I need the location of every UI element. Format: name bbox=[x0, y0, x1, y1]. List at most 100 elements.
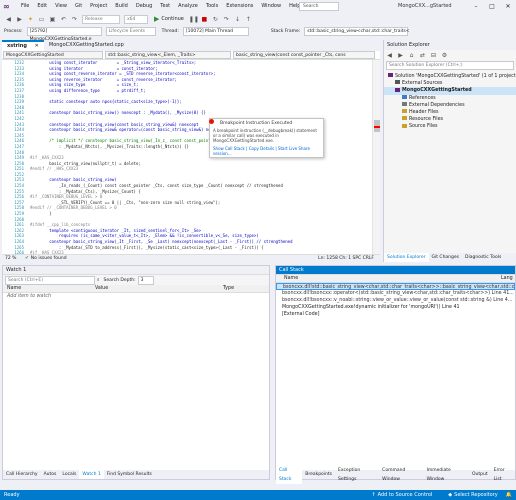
back-icon[interactable]: ◀ bbox=[4, 15, 13, 24]
menu-item-project[interactable]: Project bbox=[86, 0, 111, 13]
back-icon[interactable]: ◀ bbox=[385, 51, 394, 60]
properties-icon[interactable]: ⚙ bbox=[440, 51, 449, 60]
continue-button[interactable]: ▶ Continue bbox=[154, 15, 184, 23]
menu-item-build[interactable]: Build bbox=[111, 0, 132, 13]
forward-icon[interactable]: ▶ bbox=[396, 51, 405, 60]
project-nav-select[interactable]: MongoCXXGettingStarted bbox=[3, 51, 103, 59]
step-out-icon[interactable]: ↑ bbox=[244, 15, 253, 24]
call-stack-row[interactable]: MongoCXXGettingStarted.exe!dynamic initi… bbox=[276, 304, 515, 311]
select-repository[interactable]: Select Repository bbox=[454, 492, 498, 498]
stop-icon[interactable]: ■ bbox=[200, 15, 209, 24]
tree-item[interactable]: Header Files bbox=[384, 109, 516, 116]
home-icon[interactable]: ⌂ bbox=[407, 51, 416, 60]
save-icon[interactable]: ▣ bbox=[48, 15, 57, 24]
menu-item-window[interactable]: Window bbox=[257, 0, 285, 13]
tree-item-label: MongoCXXGettingStarted bbox=[402, 88, 472, 94]
call-stack-row[interactable]: bsoncxx.dll!bsoncxx::operator<(std::basi… bbox=[276, 290, 515, 297]
stack-frame-select[interactable]: std::basic_string_view<char,std::char_tr… bbox=[304, 26, 410, 36]
popup-links[interactable]: Show Call Stack | Copy Details | Start L… bbox=[213, 146, 320, 156]
restart-icon[interactable]: ↻ bbox=[211, 15, 220, 24]
menu-item-debug[interactable]: Debug bbox=[132, 0, 156, 13]
tab-call-hierarchy[interactable]: Call Hierarchy bbox=[3, 470, 41, 479]
tab-autos[interactable]: Autos bbox=[41, 470, 60, 479]
call-stack-row[interactable]: bsoncxx.dll!std::basic_string_view<char,… bbox=[276, 283, 515, 290]
tree-item[interactable]: Source Files bbox=[384, 123, 516, 130]
column-name[interactable]: Name bbox=[284, 275, 298, 283]
column-type[interactable]: Type bbox=[223, 285, 234, 293]
undo-icon[interactable]: ↶ bbox=[59, 15, 68, 24]
tree-item[interactable]: References bbox=[384, 94, 516, 102]
new-project-icon[interactable]: ✦ bbox=[26, 15, 35, 24]
collapse-all-icon[interactable]: ⊟ bbox=[429, 51, 438, 60]
menu-item-edit[interactable]: Edit bbox=[33, 0, 51, 13]
scope-nav-select[interactable]: std::basic_string_view<_Elem, _Traits> bbox=[105, 51, 231, 59]
thread-select[interactable]: [10072] Main Thread bbox=[182, 26, 249, 36]
search-depth-select[interactable]: 3 bbox=[137, 275, 154, 285]
tab-mongocxx-cpp[interactable]: MongoCXXGettingStarted.cpp bbox=[44, 40, 129, 51]
tab-breakpoints[interactable]: Breakpoints bbox=[302, 470, 335, 479]
call-stack-row[interactable]: bsoncxx.dll!bsoncxx::v_noabi::string::vi… bbox=[276, 297, 515, 304]
search-box[interactable]: Search bbox=[299, 2, 339, 11]
tab-call-stack[interactable]: Call Stack bbox=[276, 465, 303, 484]
menu-item-analyze[interactable]: Analyze bbox=[174, 0, 202, 13]
menu-item-test[interactable]: Test bbox=[156, 0, 174, 13]
call-stack-list: bsoncxx.dll!std::basic_string_view<char,… bbox=[276, 283, 515, 318]
configuration-select[interactable]: Release bbox=[82, 14, 120, 24]
tree-item[interactable]: Solution 'MongoCXXGettingStarted' (1 of … bbox=[384, 73, 516, 80]
add-watch-item[interactable]: Add item to watch bbox=[3, 293, 269, 301]
tab-git-changes[interactable]: Git Changes bbox=[429, 253, 463, 262]
close-icon[interactable]: ✕ bbox=[500, 0, 516, 13]
sync-icon[interactable]: ⇄ bbox=[418, 51, 427, 60]
open-folder-icon[interactable]: ▭ bbox=[37, 15, 46, 24]
tree-item[interactable]: Resource Files bbox=[384, 116, 516, 123]
tab-locals[interactable]: Locals bbox=[59, 470, 79, 479]
solution-search-input[interactable]: Search Solution Explorer (Ctrl+;) bbox=[386, 61, 514, 70]
step-over-icon[interactable]: ↷ bbox=[222, 15, 231, 24]
call-stack-row[interactable]: [External Code] bbox=[276, 311, 515, 318]
menu-item-git[interactable]: Git bbox=[71, 0, 86, 13]
zoom-level[interactable]: 72 % bbox=[5, 256, 25, 261]
popup-title: Breakpoint Instruction Executed bbox=[220, 121, 293, 126]
watch-search-input[interactable]: Search (Ctrl+E) bbox=[5, 275, 95, 285]
process-select[interactable]: [25792] MongoCXXGettingStarted.e bbox=[26, 26, 102, 42]
notifications-icon[interactable]: 🔔 bbox=[506, 492, 512, 498]
tab-solution-explorer[interactable]: Solution Explorer bbox=[384, 253, 429, 262]
tree-item-label: Solution 'MongoCXXGettingStarted' (1 of … bbox=[395, 74, 516, 79]
column-name[interactable]: Name bbox=[7, 285, 21, 293]
issues-text[interactable]: No issues found bbox=[31, 256, 67, 261]
menu-item-extensions[interactable]: Extensions bbox=[222, 0, 257, 13]
member-nav-select[interactable]: basic_string_view(const const_pointer _C… bbox=[233, 51, 375, 59]
lifecycle-events-select[interactable]: Lifecycle Events bbox=[105, 26, 156, 36]
tree-item[interactable]: External Dependencies bbox=[384, 102, 516, 109]
close-tab-icon[interactable]: ✕ bbox=[35, 43, 39, 49]
redo-icon[interactable]: ↷ bbox=[70, 15, 79, 24]
tab-find-symbol-results[interactable]: Find Symbol Results bbox=[104, 470, 155, 479]
navigation-bar: MongoCXXGettingStarted std::basic_string… bbox=[2, 51, 380, 60]
tab-watch-1[interactable]: Watch 1 bbox=[79, 470, 104, 479]
menu-item-view[interactable]: View bbox=[51, 0, 71, 13]
search-icon[interactable]: ⌕ bbox=[97, 277, 100, 283]
forward-icon[interactable]: ▶ bbox=[15, 15, 24, 24]
add-to-source-control[interactable]: Add to Source Control bbox=[378, 492, 433, 498]
column-value[interactable]: Value bbox=[95, 285, 108, 293]
tab-immediate-window[interactable]: Immediate Window bbox=[424, 466, 469, 484]
pause-icon[interactable]: ❚❚ bbox=[189, 15, 199, 24]
tab-command-window[interactable]: Command Window bbox=[379, 466, 423, 484]
menu-item-file[interactable]: File bbox=[17, 0, 33, 13]
folder-icon bbox=[402, 94, 407, 99]
step-into-icon[interactable]: ↓ bbox=[233, 15, 242, 24]
platform-select[interactable]: x64 bbox=[124, 14, 148, 24]
tab-exception-settings[interactable]: Exception Settings bbox=[335, 466, 379, 484]
tab-error-list[interactable]: Error List bbox=[491, 466, 515, 484]
tab-diagnostic-tools[interactable]: Diagnostic Tools bbox=[462, 253, 504, 262]
tree-item[interactable]: MongoCXXGettingStarted bbox=[384, 87, 516, 95]
tab-xstring[interactable]: xstring ✕ bbox=[2, 40, 44, 51]
maximize-icon[interactable]: □ bbox=[484, 0, 500, 13]
solution-explorer-tabs: Solution Explorer Git Changes Diagnostic… bbox=[384, 253, 516, 262]
vertical-scrollbar[interactable] bbox=[372, 60, 380, 254]
tree-item[interactable]: External Sources bbox=[384, 80, 516, 87]
tab-output[interactable]: Output bbox=[469, 470, 491, 479]
minimize-icon[interactable]: – bbox=[468, 0, 484, 13]
column-lang[interactable]: Lang bbox=[501, 275, 513, 283]
menu-item-tools[interactable]: Tools bbox=[202, 0, 222, 13]
